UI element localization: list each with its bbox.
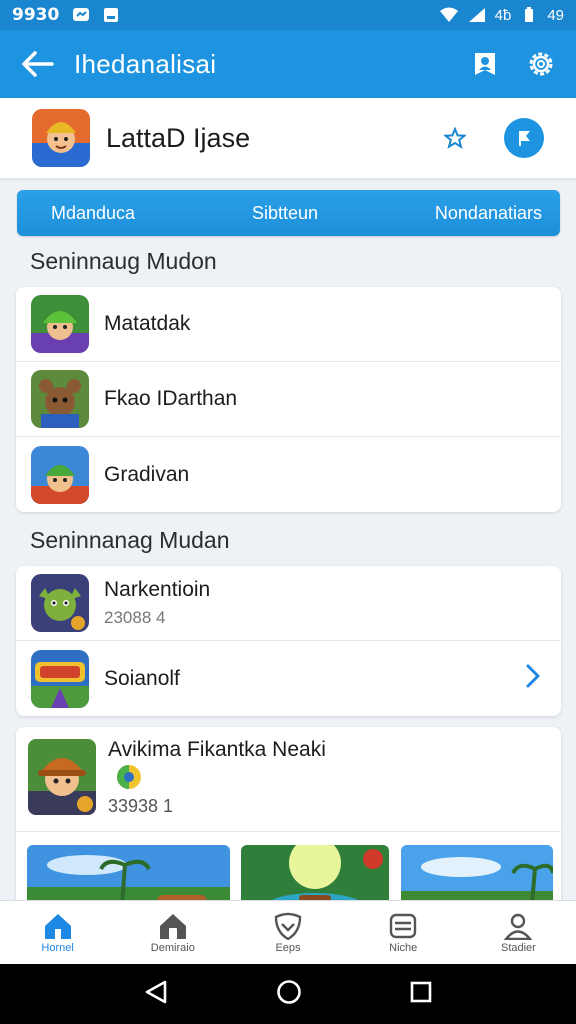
square-recents-icon — [410, 981, 431, 1002]
star-icon — [444, 127, 466, 149]
nav-store[interactable]: Demiraio — [115, 901, 230, 964]
app-bar: Ihedanalisai — [0, 30, 576, 98]
card-icon — [390, 913, 417, 938]
adventurer-icon — [28, 739, 96, 815]
goblin-icon — [31, 574, 89, 632]
tab-nondanatiars[interactable]: Nondanatiars — [435, 203, 542, 224]
featured-game-card[interactable]: Avikima Fikantka Neaki 33938 1 — [16, 727, 561, 917]
status-time: 9930 — [12, 5, 60, 25]
game-logo-icon — [31, 649, 89, 708]
section-title: Seninnaug Mudon — [30, 248, 217, 274]
section-list: Matatdak Fkao IDarthan Gradivan — [16, 287, 561, 512]
nav-label: Niche — [389, 941, 418, 954]
message-icon — [71, 7, 91, 23]
list-item-label: Narkentioin — [104, 578, 211, 601]
network-indicator: 4ƀ — [494, 6, 512, 24]
nav-home[interactable]: Hornel — [0, 901, 115, 964]
app-title: LattaD Ijase — [106, 122, 251, 153]
list-item[interactable]: Fkao IDarthan — [16, 362, 561, 437]
bottom-navigation: Hornel Demiraio Eeps Niche Stadier — [0, 900, 576, 964]
settings-button[interactable] — [524, 47, 558, 81]
nav-label: Stadier — [500, 941, 536, 954]
heart-shield-icon — [274, 912, 302, 940]
featured-title: Avikima Fikantka Neaki — [108, 738, 326, 761]
page-title: Ihedanalisai — [74, 48, 217, 79]
list-item-label: Fkao IDarthan — [104, 387, 238, 410]
list-item[interactable]: Matatdak — [16, 287, 561, 362]
gear-icon — [529, 52, 553, 76]
list-item[interactable]: Soianolf — [16, 641, 561, 716]
battery-icon — [519, 7, 539, 23]
nav-label: Hornel — [41, 941, 74, 954]
app-header-card: LattaD Ijase — [0, 98, 576, 178]
list-item[interactable]: Narkentioin 23088 4 — [16, 566, 561, 641]
featured-count: 33938 1 — [108, 796, 174, 816]
list-item[interactable]: Gradivan — [16, 437, 561, 512]
list-item-label: Soianolf — [104, 666, 180, 690]
battery-level: 49 — [547, 6, 564, 24]
notification-icon — [101, 7, 121, 23]
profile-icon — [504, 913, 533, 940]
section-list: Narkentioin 23088 4 Soianolf — [16, 566, 561, 716]
list-item-label: Gradivan — [104, 462, 190, 486]
system-navigation-bar — [0, 964, 576, 1024]
bear-warrior-icon — [31, 370, 89, 428]
tab-bar: Mdanduca Sibtteun Nondanatiars — [17, 190, 560, 236]
divider — [16, 831, 561, 832]
store-icon — [159, 913, 186, 939]
back-button[interactable] — [18, 44, 58, 84]
elf-hero-icon — [31, 295, 89, 353]
nav-label: Demiraio — [150, 941, 195, 954]
globe-badge-icon — [116, 764, 142, 790]
arrow-left-icon — [22, 51, 54, 77]
profile-badge-button[interactable] — [468, 47, 502, 81]
system-back-button[interactable] — [143, 979, 169, 1010]
list-item-subtitle: 23088 4 — [104, 608, 166, 627]
nav-favorites[interactable]: Eeps — [230, 901, 345, 964]
wifi-icon — [439, 7, 459, 23]
tab-sibtteun[interactable]: Sibtteun — [252, 203, 318, 224]
nav-profile[interactable]: Stadier — [461, 901, 576, 964]
flag-action-button[interactable] — [504, 118, 544, 158]
signal-icon — [467, 7, 487, 23]
status-bar: 9930 4ƀ 49 — [0, 0, 576, 30]
system-home-button[interactable] — [276, 979, 302, 1010]
nav-niche[interactable]: Niche — [346, 901, 461, 964]
profile-badge-icon — [475, 53, 495, 75]
nav-label: Eeps — [275, 941, 301, 954]
triangle-back-icon — [146, 980, 167, 1003]
system-recents-button[interactable] — [409, 980, 433, 1009]
green-helmet-icon — [31, 445, 89, 504]
section-title: Seninnanag Mudan — [30, 527, 230, 553]
circle-home-icon — [277, 979, 301, 1004]
flag-icon — [519, 131, 530, 146]
app-icon — [32, 109, 90, 167]
favorite-button[interactable] — [440, 123, 470, 153]
tab-mdanduca[interactable]: Mdanduca — [51, 203, 135, 224]
chevron-right-icon[interactable] — [524, 663, 542, 694]
home-icon — [44, 913, 71, 939]
list-item-label: Matatdak — [104, 312, 191, 335]
